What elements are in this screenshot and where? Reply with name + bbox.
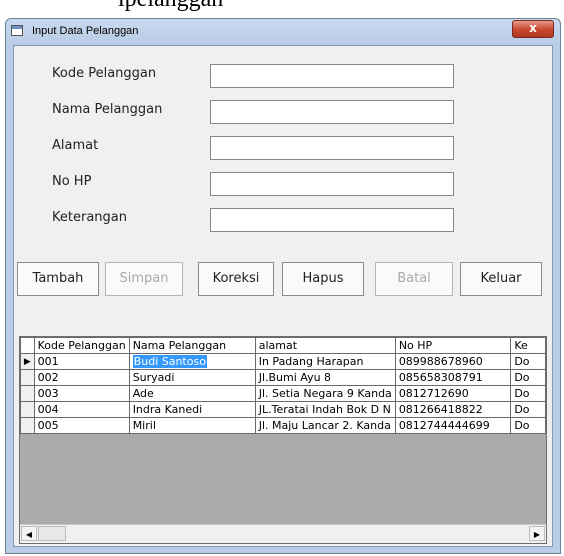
window-title: Input Data Pelanggan [32,25,139,37]
row-selector[interactable] [20,385,35,402]
tambah-button[interactable]: Tambah [17,262,99,296]
close-icon: x [529,21,537,35]
app-window: Input Data Pelanggan x Kode Pelanggan Na… [5,18,561,554]
cell-keterangan[interactable]: Do [510,369,546,386]
row-selector-header [20,337,35,354]
table-row[interactable]: 002 Suryadi Jl.Bumi Ayu 8 085658308791 D… [20,369,546,386]
cell-alamat[interactable]: JL.Teratai Indah Bok D N [254,401,396,418]
no-hp-input[interactable] [210,172,454,196]
cell-alamat[interactable]: Jl. Setia Negara 9 Kanda [254,385,396,402]
table-row[interactable]: 004 Indra Kanedi JL.Teratai Indah Bok D … [20,401,546,418]
table-row[interactable]: 005 Miril Jl. Maju Lancar 2. Kanda 08127… [20,417,546,434]
cell-keterangan[interactable]: Do [510,417,546,434]
kode-pelanggan-input[interactable] [210,64,454,88]
cell-keterangan[interactable]: Do [510,353,546,370]
horizontal-scrollbar[interactable]: ◀ ▶ [20,524,546,543]
customer-data-grid[interactable]: Kode Pelanggan Nama Pelanggan alamat No … [19,336,547,544]
cell-kode[interactable]: 005 [33,417,130,434]
cell-nama[interactable]: Indra Kanedi [128,401,256,418]
cell-kode[interactable]: 001 [33,353,130,370]
cell-keterangan[interactable]: Do [510,385,546,402]
selected-cell-text: Budi Santoso [132,355,207,368]
cell-no-hp[interactable]: 0812712690 [394,385,512,402]
label-no-hp: No HP [52,174,92,189]
close-button[interactable]: x [512,20,554,38]
row-selector[interactable] [20,369,35,386]
nama-pelanggan-input[interactable] [210,100,454,124]
form-client-area: Kode Pelanggan Nama Pelanggan Alamat No … [13,45,553,547]
column-header-no-hp[interactable]: No HP [394,337,512,354]
caption-text: lpelanggan [118,0,223,13]
cell-nama[interactable]: Ade [128,385,256,402]
hapus-button[interactable]: Hapus [282,262,364,296]
cell-no-hp[interactable]: 081266418822 [394,401,512,418]
cell-nama[interactable]: Miril [128,417,256,434]
scroll-right-arrow-icon[interactable]: ▶ [529,526,545,541]
simpan-button[interactable]: Simpan [105,262,183,296]
batal-button[interactable]: Batal [375,262,453,296]
cell-alamat[interactable]: Jl.Bumi Ayu 8 [254,369,396,386]
cell-nama[interactable]: Suryadi [128,369,256,386]
label-kode-pelanggan: Kode Pelanggan [52,66,157,81]
cell-no-hp[interactable]: 089988678960 [394,353,512,370]
window-icon [11,25,23,36]
background-caption: lpelanggan [0,0,564,18]
cell-alamat[interactable]: In Padang Harapan [254,353,396,370]
cell-kode[interactable]: 003 [33,385,130,402]
row-selector[interactable] [20,417,35,434]
row-selector[interactable] [20,401,35,418]
grid-table: Kode Pelanggan Nama Pelanggan alamat No … [20,337,546,434]
scrollbar-thumb[interactable] [38,526,66,541]
grid-body: Kode Pelanggan Nama Pelanggan alamat No … [20,337,546,525]
cell-alamat[interactable]: Jl. Maju Lancar 2. Kanda [254,417,396,434]
cell-nama-selected[interactable]: Budi Santoso [128,353,256,370]
table-row[interactable]: 003 Ade Jl. Setia Negara 9 Kanda 0812712… [20,385,546,402]
current-row-indicator: ▶ [20,353,35,370]
cell-no-hp[interactable]: 085658308791 [394,369,512,386]
keluar-button[interactable]: Keluar [460,262,542,296]
label-keterangan: Keterangan [52,210,127,225]
grid-header-row: Kode Pelanggan Nama Pelanggan alamat No … [20,337,546,354]
koreksi-button[interactable]: Koreksi [198,262,274,296]
label-alamat: Alamat [52,138,99,153]
cell-kode[interactable]: 004 [33,401,130,418]
keterangan-input[interactable] [210,208,454,232]
table-row[interactable]: ▶ 001 Budi Santoso In Padang Harapan 089… [20,353,546,370]
cell-kode[interactable]: 002 [33,369,130,386]
column-header-nama[interactable]: Nama Pelanggan [128,337,256,354]
column-header-keterangan[interactable]: Ke [510,337,546,354]
label-nama-pelanggan: Nama Pelanggan [52,102,163,117]
column-header-alamat[interactable]: alamat [254,337,396,354]
cell-keterangan[interactable]: Do [510,401,546,418]
cell-no-hp[interactable]: 0812744444699 [394,417,512,434]
scroll-left-arrow-icon[interactable]: ◀ [21,526,37,541]
alamat-input[interactable] [210,136,454,160]
title-bar[interactable]: Input Data Pelanggan x [6,19,560,45]
column-header-kode[interactable]: Kode Pelanggan [33,337,130,354]
